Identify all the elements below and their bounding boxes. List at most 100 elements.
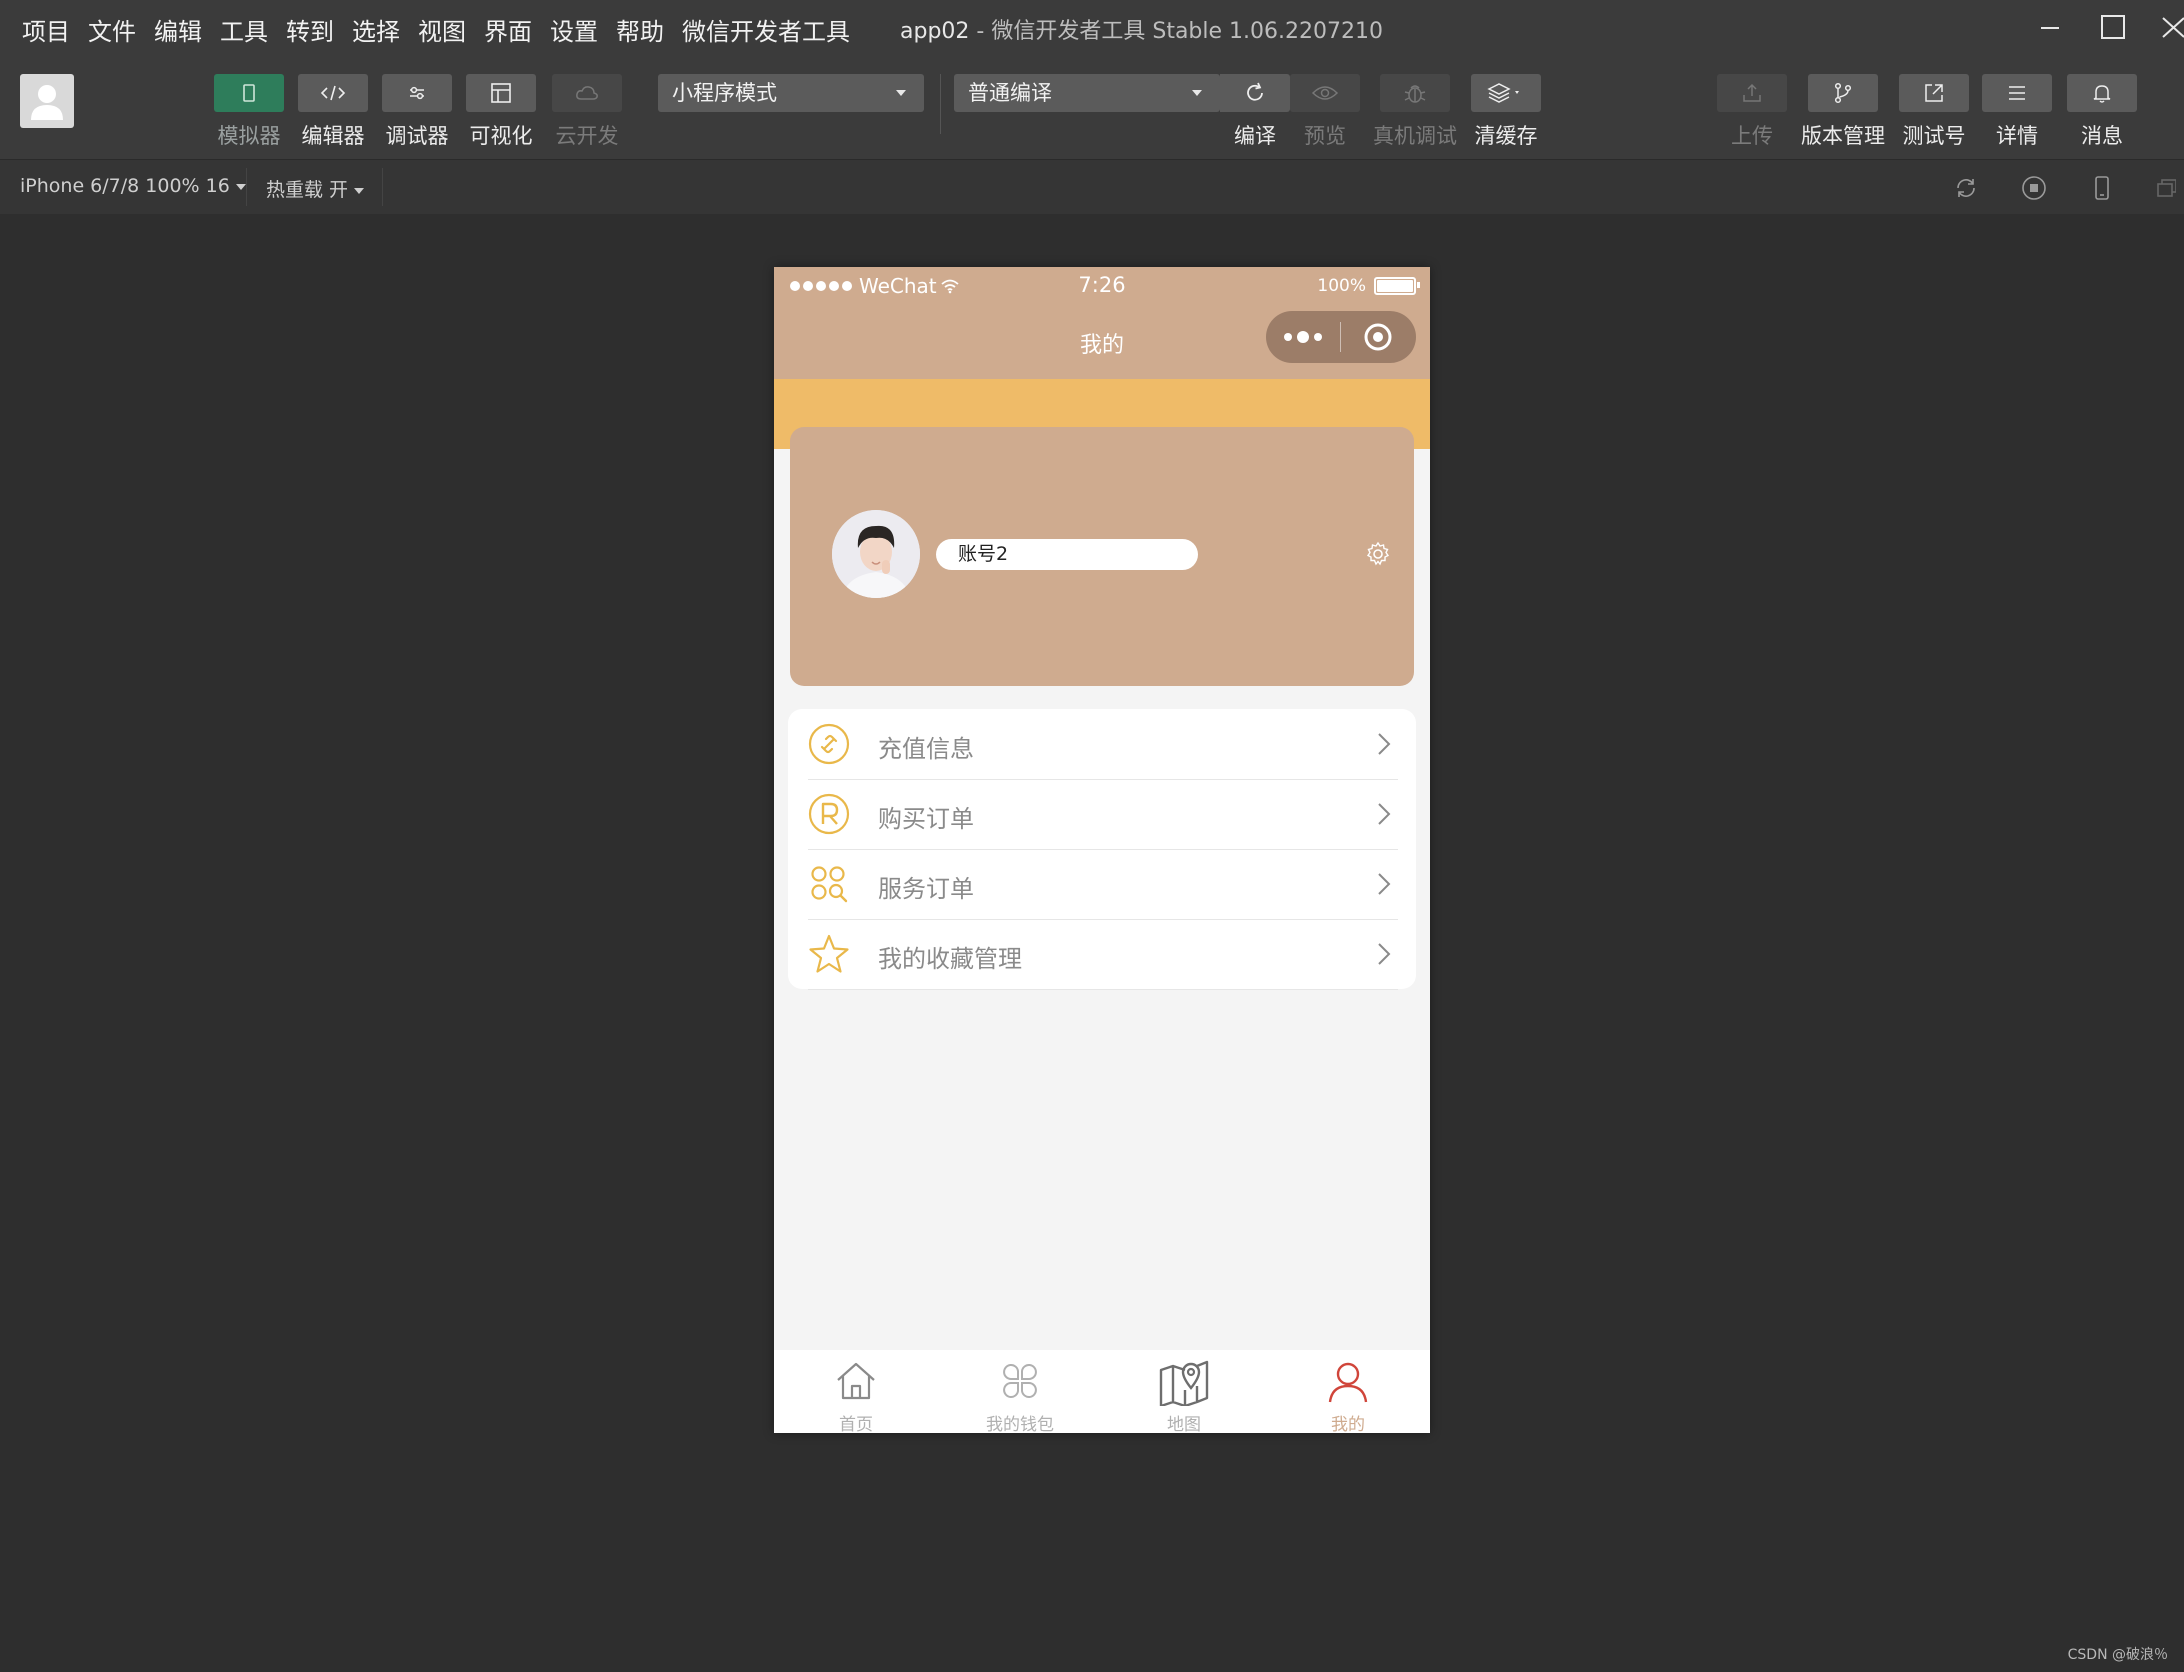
editor-button[interactable]: 编辑器 (298, 74, 368, 150)
remote-debug-button[interactable]: 真机调试 (1373, 74, 1457, 150)
settings-button[interactable] (1364, 540, 1392, 572)
list-item[interactable]: 我的收藏管理 (808, 919, 1398, 990)
menu-devtools[interactable]: 微信开发者工具 (682, 12, 850, 47)
tab-label: 地图 (1167, 1415, 1201, 1433)
tab-home-icon-wrap (774, 1350, 938, 1408)
test-account-button[interactable]: 测试号 (1899, 74, 1969, 150)
preview-button-box (1290, 74, 1360, 112)
bell-icon (2093, 85, 2111, 103)
messages-button[interactable]: 消息 (2067, 74, 2137, 150)
debugger-button[interactable]: 调试器 (382, 74, 452, 150)
visual-button[interactable]: 可视化 (466, 74, 536, 150)
stop-record-icon[interactable] (2020, 174, 2048, 202)
devbar-divider (382, 168, 383, 206)
chevron-right-icon (1378, 803, 1391, 825)
window-title-tool: 微信开发者工具 Stable 1.06.2207210 (991, 19, 1383, 44)
clear-cache-button[interactable]: 清缓存 (1471, 74, 1541, 150)
list-item-label: 服务订单 (878, 875, 974, 903)
battery-icon (1374, 277, 1420, 295)
tab-home[interactable]: 首页 (774, 1350, 938, 1433)
miniprogram-capsule (1266, 311, 1416, 363)
maximize-icon (2100, 15, 2125, 39)
profile-avatar[interactable] (832, 510, 920, 598)
clear-cache-button-box (1471, 74, 1541, 112)
menu-list: 充值信息 购买订单 服务订单 我的收藏管理 (788, 709, 1416, 990)
menu-edit[interactable]: 编辑 (154, 12, 202, 47)
simulator-button[interactable]: 模拟器 (214, 74, 284, 150)
code-icon (320, 85, 346, 101)
list-item[interactable]: 购买订单 (808, 779, 1398, 850)
menu-file[interactable]: 文件 (88, 12, 136, 47)
menu-settings[interactable]: 设置 (550, 12, 598, 47)
nav-header: WeChat 7:26 100% 我的 (774, 267, 1430, 379)
compile-select[interactable]: 普通编译 (954, 74, 1220, 112)
clear-cache-label: 清缓存 (1474, 124, 1538, 148)
version-button-box (1808, 74, 1878, 112)
mode-select[interactable]: 小程序模式 (658, 74, 924, 112)
device-select-value: iPhone 6/7/8 100% 16 (20, 175, 230, 197)
rotate-icon[interactable] (1952, 174, 1980, 202)
tab-label: 我的 (1331, 1415, 1365, 1433)
tab-wallet[interactable]: 我的钱包 (938, 1350, 1102, 1433)
details-button[interactable]: 详情 (1982, 74, 2052, 150)
grid-search-icon (811, 866, 848, 903)
main-menu: 项目 文件 编辑 工具 转到 选择 视图 界面 设置 帮助 微信开发者工具 (22, 12, 850, 47)
window-title: app02 - 微信开发者工具 Stable 1.06.2207210 (900, 13, 1383, 45)
chevron-right-icon (1378, 873, 1391, 895)
visual-button-box (466, 74, 536, 112)
exit-miniprogram-button[interactable] (1341, 322, 1415, 352)
detach-window-icon[interactable] (2156, 174, 2176, 202)
device-select[interactable]: iPhone 6/7/8 100% 16 (20, 175, 246, 197)
more-dot (1314, 333, 1322, 341)
chevron-down-icon (235, 183, 246, 190)
tab-mine[interactable]: 我的 (1266, 1350, 1430, 1433)
minimize-button[interactable] (2018, 6, 2081, 48)
chevron-down-icon (354, 187, 365, 194)
menu-goto[interactable]: 转到 (286, 12, 334, 47)
editor-button-box (298, 74, 368, 112)
compile-select-value: 普通编译 (968, 81, 1052, 105)
window-title-separator: - (976, 19, 985, 44)
maximize-button[interactable] (2081, 6, 2144, 48)
menu-tools[interactable]: 工具 (220, 12, 268, 47)
version-button[interactable]: 版本管理 (1801, 74, 1885, 150)
tab-label: 首页 (839, 1415, 873, 1433)
chevron-down-icon (896, 90, 906, 96)
devbar-divider (246, 168, 247, 206)
user-silhouette-icon (31, 85, 63, 120)
close-window-button[interactable] (2144, 6, 2184, 48)
upload-icon (1743, 83, 1761, 102)
battery-percent: 100% (1317, 276, 1366, 296)
upload-button[interactable]: 上传 (1717, 74, 1787, 150)
menu-select[interactable]: 选择 (352, 12, 400, 47)
clover-icon (1003, 1364, 1037, 1398)
device-frame-icon[interactable] (2088, 174, 2116, 202)
more-button[interactable] (1266, 331, 1340, 343)
target-close-icon (1364, 323, 1392, 351)
menu-help[interactable]: 帮助 (616, 12, 664, 47)
cloud-dev-button-box (552, 74, 622, 112)
hot-reload-select[interactable]: 热重载 开 (266, 175, 365, 202)
gear-icon (1366, 541, 1390, 566)
window-title-app: app02 (900, 19, 970, 44)
list-item-label: 购买订单 (878, 805, 974, 833)
minimize-icon (2040, 27, 2059, 29)
username-field[interactable]: 账号2 (936, 539, 1198, 570)
close-icon (2162, 17, 2184, 38)
remote-debug-button-box (1380, 74, 1450, 112)
bug-icon (1404, 85, 1426, 103)
list-item[interactable]: 充值信息 (808, 709, 1398, 780)
tab-map[interactable]: 地图 (1102, 1350, 1266, 1433)
debugger-button-box (382, 74, 452, 112)
toolbar-divider (940, 74, 941, 134)
cloud-dev-button[interactable]: 云开发 (552, 74, 622, 150)
list-item[interactable]: 服务订单 (808, 849, 1398, 920)
messages-button-box (2067, 74, 2137, 112)
watermark-credit: CSDN @破浪％ (2067, 1647, 2168, 1663)
preview-button[interactable]: 预览 (1290, 74, 1360, 150)
user-avatar[interactable] (20, 74, 74, 128)
menu-interface[interactable]: 界面 (484, 12, 532, 47)
menu-project[interactable]: 项目 (22, 12, 70, 47)
menu-view[interactable]: 视图 (418, 12, 466, 47)
chevron-right-icon (1378, 943, 1391, 965)
